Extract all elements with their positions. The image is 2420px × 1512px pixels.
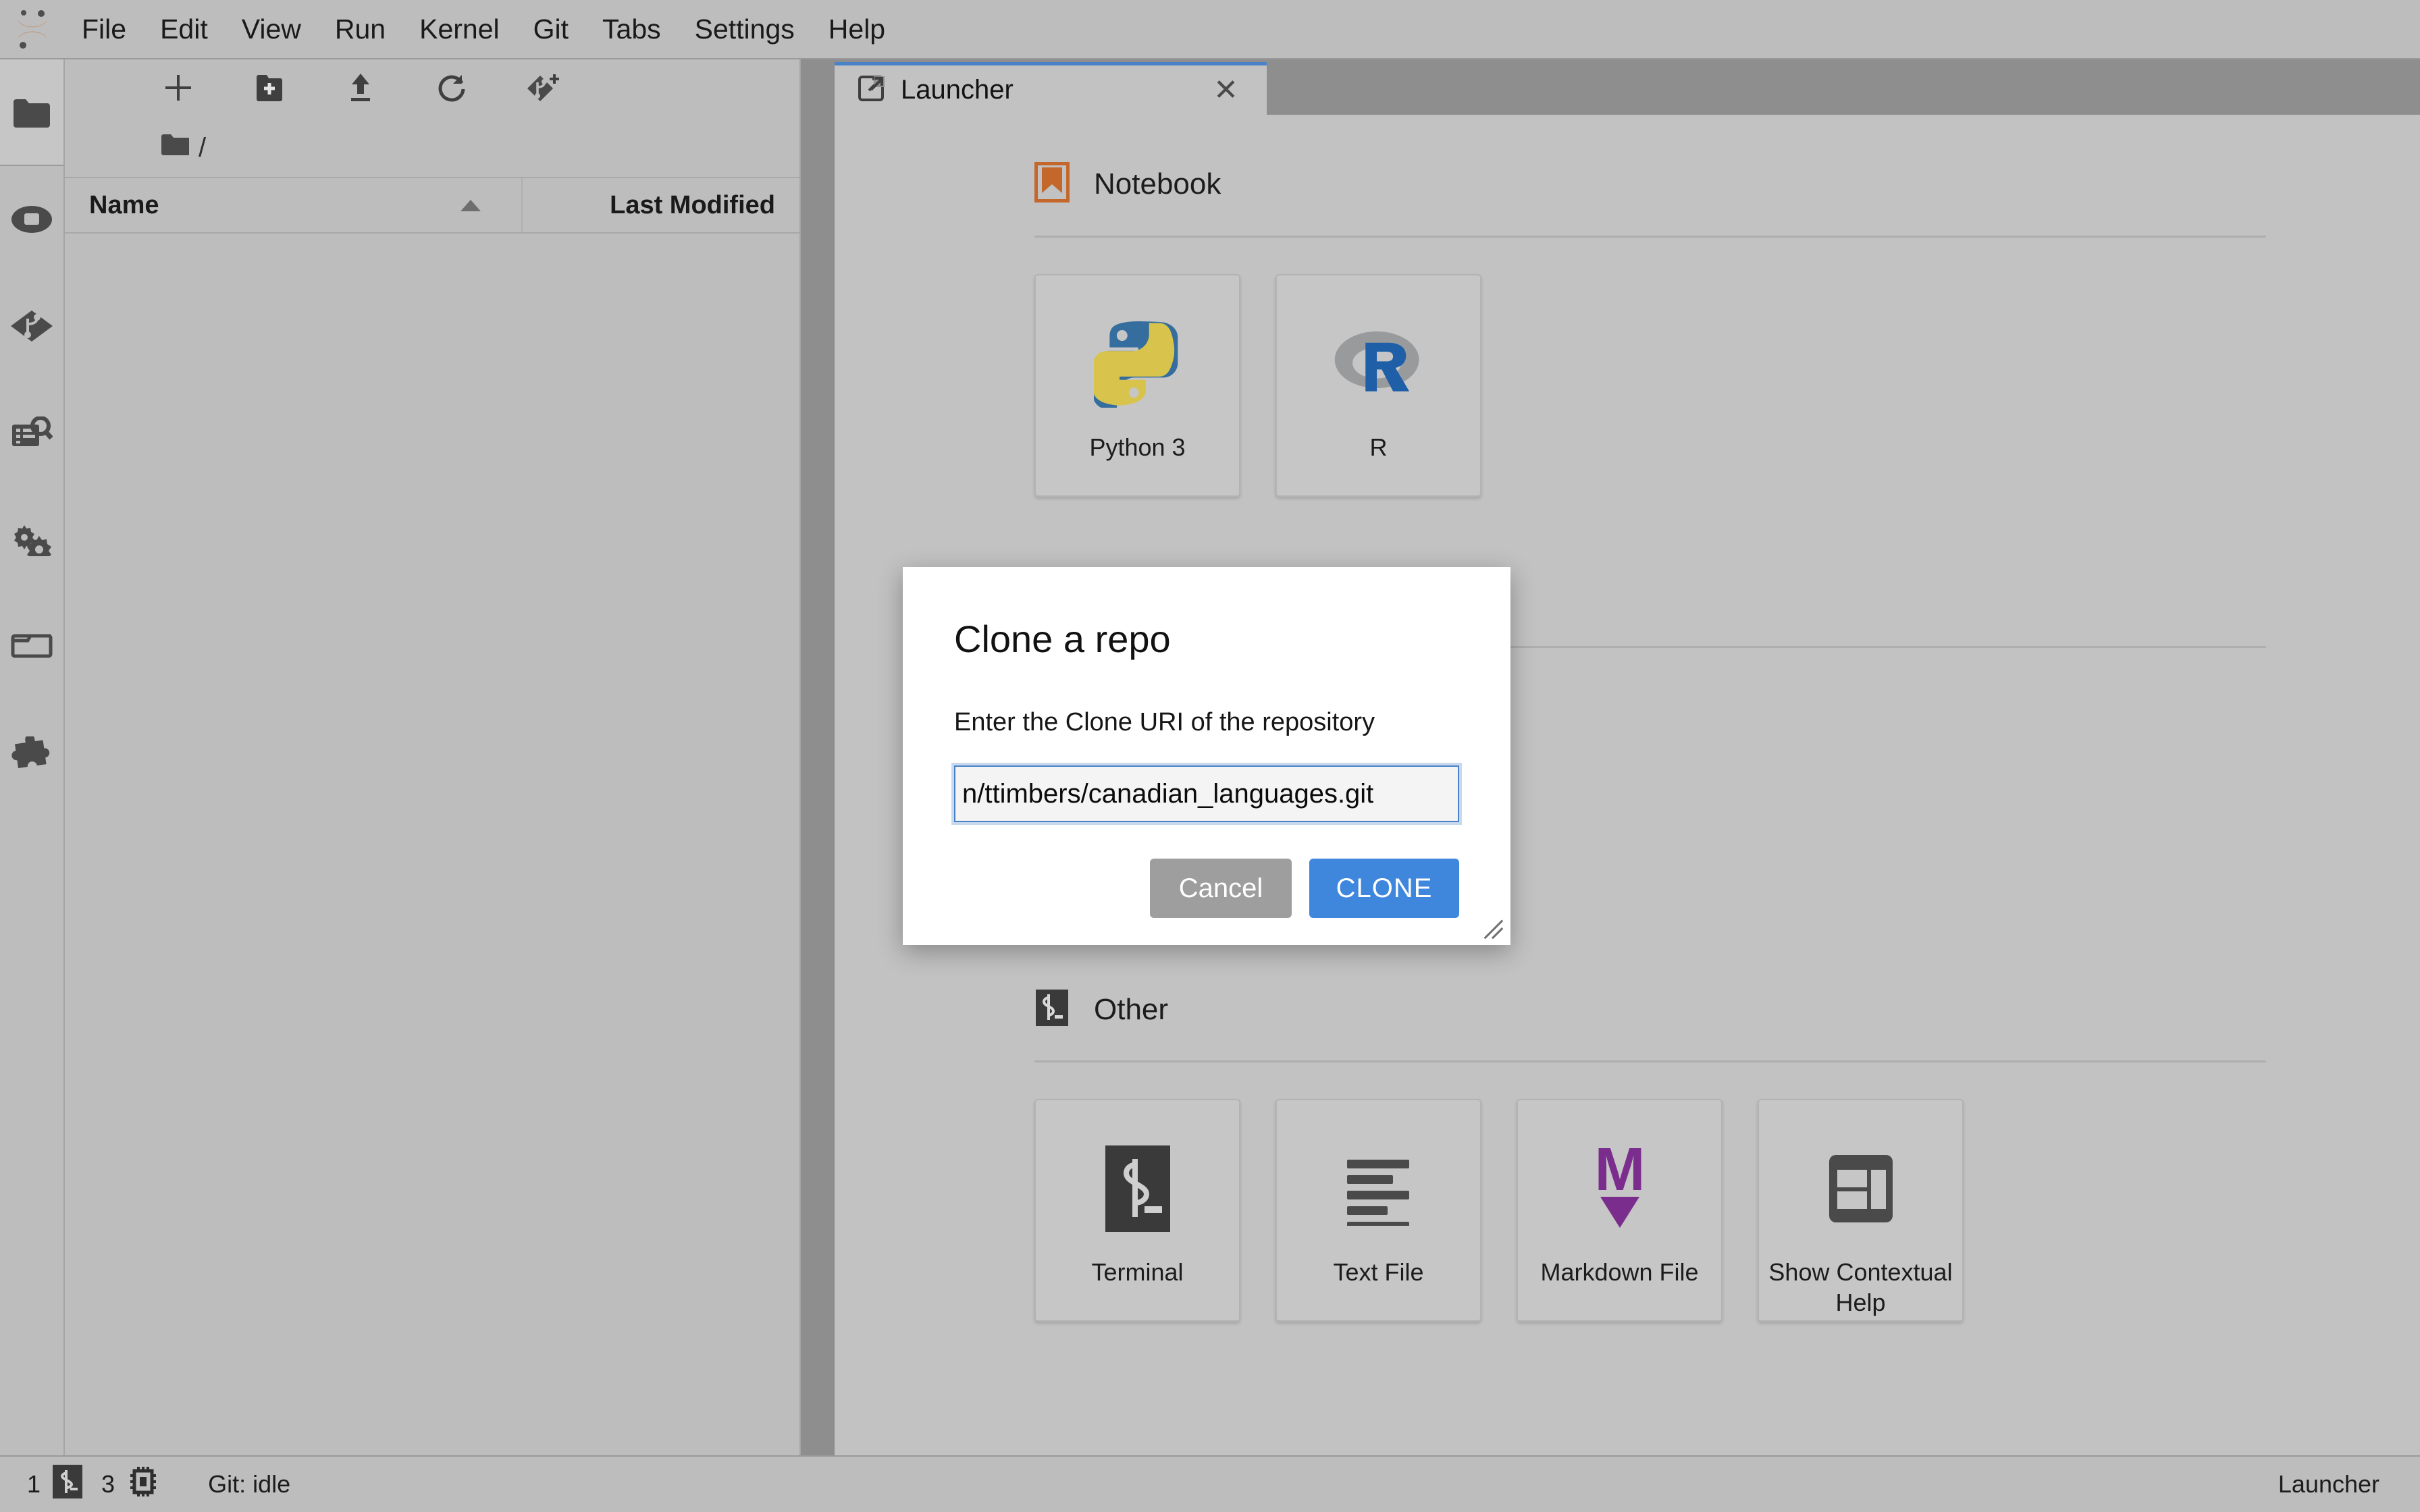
clone-button[interactable]: CLONE xyxy=(1309,859,1459,918)
dialog-button-row: Cancel CLONE xyxy=(954,859,1459,918)
clone-repo-dialog: Clone a repo Enter the Clone URI of the … xyxy=(903,567,1510,945)
clone-uri-input[interactable] xyxy=(954,765,1459,822)
dialog-overlay: Clone a repo Enter the Clone URI of the … xyxy=(0,0,2420,1512)
cancel-button[interactable]: Cancel xyxy=(1150,859,1292,918)
dialog-prompt: Enter the Clone URI of the repository xyxy=(954,708,1375,736)
dialog-title: Clone a repo xyxy=(954,618,1171,660)
resize-handle-icon[interactable] xyxy=(1479,915,1505,941)
jupyterlab-window: File Edit View Run Kernel Git Tabs Setti… xyxy=(0,0,2420,1512)
